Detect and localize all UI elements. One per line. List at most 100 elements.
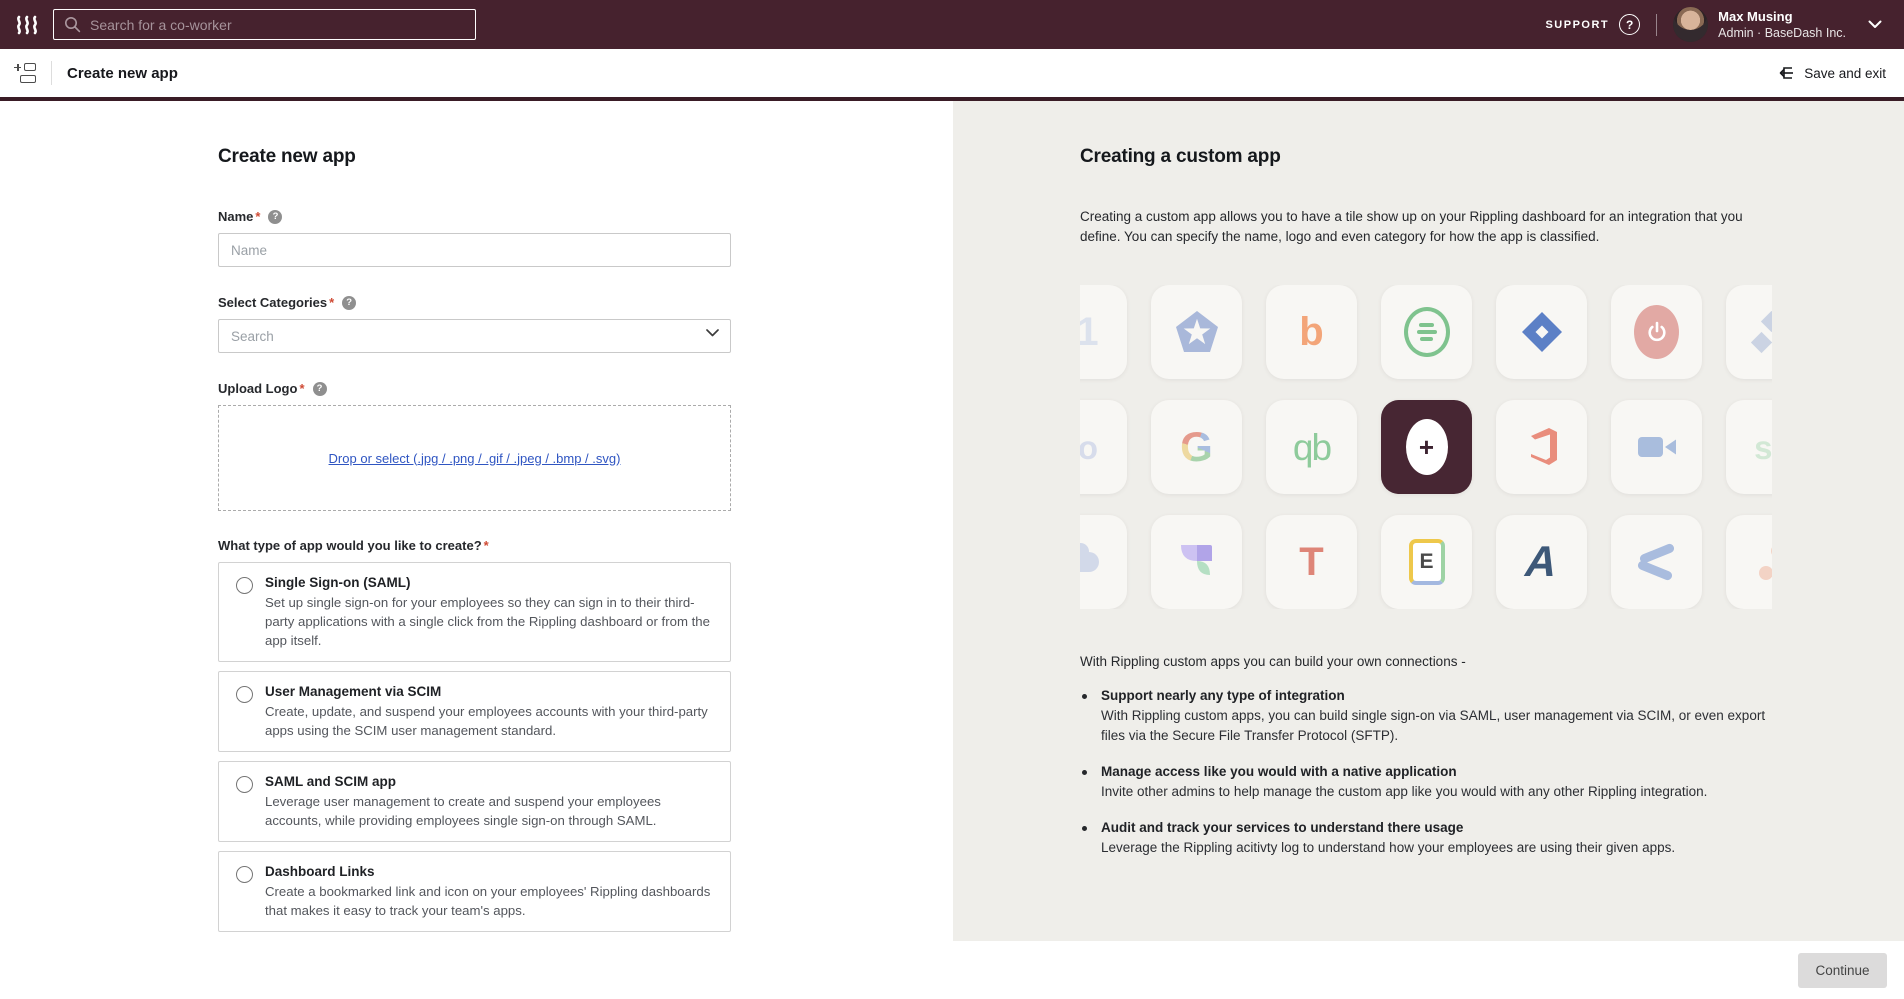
topbar-divider — [1656, 14, 1657, 36]
benefit-body: Invite other admins to help manage the c… — [1101, 782, 1707, 802]
name-help-icon[interactable]: ? — [268, 210, 282, 224]
app-logo-power-icon — [1634, 305, 1679, 359]
bullet-icon — [1082, 826, 1087, 831]
app-logo-diamond-icon — [1519, 309, 1565, 355]
radio-button[interactable] — [236, 866, 253, 883]
app-logo-t-icon: T — [1299, 542, 1323, 582]
benefit-item: Support nearly any type of integration W… — [1080, 686, 1772, 746]
app-tile — [1611, 515, 1702, 609]
footer-bar: Continue — [0, 941, 1904, 999]
create-app-form-pane: Create new app Name* ? Select Categories… — [0, 101, 953, 941]
bullet-icon — [1082, 770, 1087, 775]
save-and-exit-label: Save and exit — [1804, 66, 1886, 81]
page-title: Create new app — [67, 65, 178, 82]
name-input[interactable] — [218, 233, 731, 267]
benefit-title: Audit and track your services to underst… — [1101, 818, 1675, 838]
app-tile — [1611, 400, 1702, 494]
logo-dropzone[interactable]: Drop or select (.jpg / .png / .gif / .jp… — [218, 405, 731, 511]
support-button[interactable]: SUPPORT ? — [1545, 14, 1640, 35]
bullet-icon — [1082, 694, 1087, 699]
app-logo-pentagon-icon — [1174, 309, 1220, 355]
app-tile — [1726, 285, 1772, 379]
app-type-question: What type of app would you like to creat… — [218, 538, 731, 554]
app-logo-dots-icon — [1759, 544, 1773, 580]
chevron-down-icon[interactable] — [1868, 20, 1882, 29]
user-role: Admin · BaseDash Inc. — [1718, 25, 1846, 41]
top-navigation-bar: SUPPORT ? Max Musing Admin · BaseDash In… — [0, 0, 1904, 49]
avatar[interactable] — [1673, 7, 1708, 42]
upload-help-icon[interactable]: ? — [313, 382, 327, 396]
app-tile — [1151, 515, 1242, 609]
page-toolbar: Create new app Save and exit — [0, 49, 1904, 97]
radio-button[interactable] — [236, 686, 253, 703]
app-logo-sa-icon: sa — [1754, 431, 1772, 464]
rippling-logo-icon — [15, 12, 41, 38]
option-description: Create, update, and suspend your employe… — [265, 702, 715, 740]
connections-intro-text: With Rippling custom apps you can build … — [1080, 652, 1772, 672]
app-tile — [1151, 285, 1242, 379]
upload-logo-label: Upload Logo* ? — [218, 381, 731, 397]
option-title: Dashboard Links — [265, 863, 715, 880]
app-logo-n1-icon: 1 — [1080, 312, 1099, 352]
app-tile: 1 — [1080, 285, 1127, 379]
app-logo-ring-lines-icon — [1404, 307, 1450, 357]
coworker-search[interactable] — [53, 9, 476, 40]
app-logo-e-badge-icon: E — [1409, 539, 1445, 585]
app-tile — [1381, 285, 1472, 379]
categories-field-label: Select Categories* ? — [218, 295, 731, 311]
app-tile: qb — [1266, 400, 1357, 494]
benefit-item: Manage access like you would with a nati… — [1080, 762, 1772, 802]
app-tile — [1611, 285, 1702, 379]
app-type-option-card[interactable]: Dashboard Links Create a bookmarked link… — [218, 851, 731, 932]
app-type-option-card[interactable]: Single Sign-on (SAML) Set up single sign… — [218, 562, 731, 662]
option-description: Create a bookmarked link and icon on you… — [265, 882, 715, 920]
app-logo-leaf-icon — [1176, 541, 1218, 583]
app-tile: b — [1266, 285, 1357, 379]
option-description: Leverage user management to create and s… — [265, 792, 715, 830]
radio-button[interactable] — [236, 577, 253, 594]
radio-button[interactable] — [236, 776, 253, 793]
save-and-exit-button[interactable]: Save and exit — [1777, 64, 1886, 82]
option-title: Single Sign-on (SAML) — [265, 574, 715, 591]
app-type-option-card[interactable]: SAML and SCIM app Leverage user manageme… — [218, 761, 731, 842]
categories-help-icon[interactable]: ? — [342, 296, 356, 310]
app-logo-qb-icon: qb — [1293, 429, 1330, 466]
app-logo-b-icon: b — [1299, 312, 1323, 352]
account-menu[interactable]: Max Musing Admin · BaseDash Inc. — [1673, 7, 1882, 42]
app-tile — [1080, 515, 1127, 609]
form-heading: Create new app — [218, 146, 731, 168]
steps-list-icon[interactable] — [14, 63, 36, 83]
option-title: User Management via SCIM — [265, 683, 715, 700]
benefit-body: With Rippling custom apps, you can build… — [1101, 706, 1772, 746]
benefit-title: Manage access like you would with a nati… — [1101, 762, 1707, 782]
app-logo-diamonds-icon — [1764, 314, 1772, 350]
toolbar-divider — [51, 61, 52, 85]
search-input[interactable] — [90, 17, 465, 33]
app-tile — [1496, 400, 1587, 494]
app-type-option-card[interactable]: User Management via SCIM Create, update,… — [218, 671, 731, 752]
benefit-body: Leverage the Rippling acitivty log to un… — [1101, 838, 1675, 858]
search-icon — [64, 16, 81, 33]
benefit-title: Support nearly any type of integration — [1101, 686, 1772, 706]
app-tile: ro — [1080, 400, 1127, 494]
app-tile: sa — [1726, 400, 1772, 494]
app-tile — [1496, 285, 1587, 379]
app-tile — [1726, 515, 1772, 609]
app-tile: E — [1381, 515, 1472, 609]
logo-upload-link[interactable]: Drop or select (.jpg / .png / .gif / .jp… — [329, 451, 621, 466]
app-tile: G — [1151, 400, 1242, 494]
support-label: SUPPORT — [1545, 19, 1609, 31]
custom-app-info-pane: Creating a custom app Creating a custom … — [953, 101, 1904, 941]
rippling-logo[interactable] — [14, 11, 42, 39]
continue-button[interactable]: Continue — [1798, 953, 1887, 988]
categories-select[interactable] — [218, 319, 731, 353]
option-description: Set up single sign-on for your employees… — [265, 593, 715, 650]
name-field-label: Name* ? — [218, 209, 731, 225]
app-logo-ro-icon: ro — [1080, 431, 1097, 464]
app-logo-google-icon: G — [1180, 426, 1213, 468]
app-logo-waves-icon — [1635, 540, 1679, 584]
info-heading: Creating a custom app — [1080, 146, 1772, 168]
option-title: SAML and SCIM app — [265, 773, 715, 790]
app-tile: + — [1381, 400, 1472, 494]
support-help-icon[interactable]: ? — [1619, 14, 1640, 35]
